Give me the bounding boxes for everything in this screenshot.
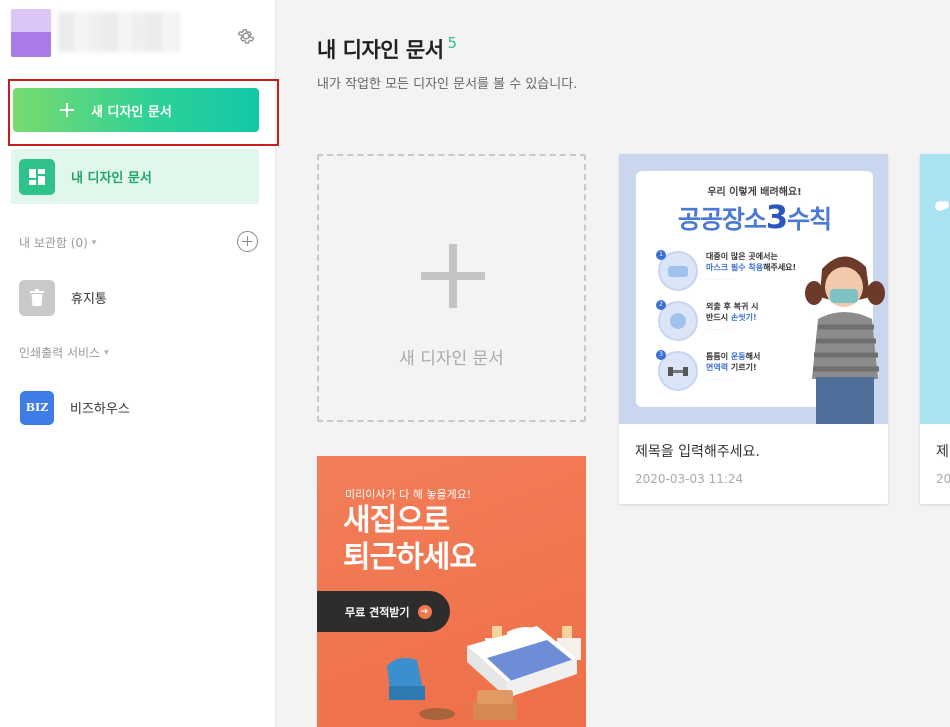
document-thumbnail: 우리 이렇게 배려해요! 공공장소3수칙 1 대중이 많은 곳에서는 마스크 필… (619, 154, 888, 424)
document-thumbnail (920, 154, 950, 424)
hand-wash-icon: 2 (656, 300, 698, 341)
plus-icon (59, 102, 75, 118)
print-service-section-label[interactable]: 인쇄출력 서비스 ▾ (19, 344, 109, 361)
thumbnail-subtitle: 미리이사가 다 해 놓을게요! (345, 488, 472, 501)
chevron-down-icon: ▾ (91, 237, 97, 248)
poster-row-line: 기르기! (728, 363, 757, 372)
page-title-text: 내 디자인 문서 (317, 38, 444, 62)
poster-row-number: 3 (656, 350, 666, 360)
poster-row-number: 2 (656, 300, 666, 310)
avatar[interactable] (11, 9, 51, 57)
plus-icon (421, 244, 485, 308)
poster-row-line: 틈틈이 (706, 352, 731, 361)
document-count: 5 (447, 34, 458, 52)
sidebar-item-bizhouse[interactable]: BIZ 비즈하우스 (11, 380, 259, 435)
sidebar-item-trash[interactable]: 휴지통 (11, 270, 259, 325)
poster-row-highlight: 면역력 (706, 363, 729, 372)
poster-small-text: 우리 이렇게 배려해요! (707, 187, 802, 198)
page-title: 내 디자인 문서 5 (317, 34, 457, 64)
document-card[interactable]: 우리 이렇게 배려해요! 공공장소3수칙 1 대중이 많은 곳에서는 마스크 필… (619, 154, 888, 504)
grid-icon (19, 158, 55, 195)
poster-row: 2 외출 후 복귀 시 반드시 손씻기! · · · · · · · · · (656, 300, 826, 341)
poster-row-highlight: 손씻기! (730, 313, 757, 322)
sidebar-item-label: 내 디자인 문서 (71, 171, 152, 186)
bedroom-illustration (387, 626, 581, 720)
poster-row: 3 틈틈이 운동해서 면역력 기르기! · · · · · · · · · (656, 350, 826, 391)
poster-row-highlight: 운동 (730, 352, 746, 361)
document-date: 20 (936, 472, 950, 486)
storage-section-label[interactable]: 내 보관함 (0) ▾ (19, 234, 96, 251)
poster-row-highlight: 마스크 필수 착용 (706, 263, 764, 272)
document-title: 제 (936, 444, 949, 460)
poster-row: 1 대중이 많은 곳에서는 마스크 필수 착용해주세요! · · · · · ·… (656, 250, 826, 291)
document-card[interactable]: 제 20 (920, 154, 950, 504)
document-card[interactable]: 미리이사가 다 해 놓을게요! 새집으로 퇴근하세요 무료 견적받기 ➜ (317, 456, 586, 727)
new-design-button-label: 새 디자인 문서 (91, 104, 172, 120)
print-label-text: 인쇄출력 서비스 (19, 346, 101, 360)
poster-headline-num: 3 (765, 198, 788, 236)
gear-icon[interactable] (236, 26, 256, 46)
thumbnail-headline-line: 새집으로 (343, 503, 450, 538)
dumbbell-icon: 3 (656, 350, 698, 391)
sidebar-item-label: 비즈하우스 (70, 402, 130, 417)
trash-icon (19, 279, 55, 316)
sidebar: 새 디자인 문서 내 디자인 문서 내 보관함 (0) ▾ 휴지통 인쇄출력 서… (0, 0, 279, 727)
biz-logo-text: BIZ (25, 401, 49, 414)
biz-logo-icon: BIZ (20, 390, 54, 425)
poster-headline-b: 수칙 (787, 205, 832, 234)
document-title: 제목을 입력해주세요. (635, 444, 760, 460)
chevron-down-icon: ▾ (104, 347, 109, 358)
poster-row-number: 1 (656, 250, 666, 260)
poster-headline: 공공장소3수칙 (636, 198, 873, 236)
cloud-icon (935, 201, 949, 211)
thumbnail-headline-line: 퇴근하세요 (343, 540, 477, 575)
mask-icon: 1 (656, 250, 698, 291)
new-design-button[interactable]: 새 디자인 문서 (13, 88, 259, 132)
add-folder-icon[interactable] (237, 231, 258, 252)
sidebar-item-my-designs[interactable]: 내 디자인 문서 (11, 149, 259, 204)
thumbnail-headline: 새집으로 퇴근하세요 (343, 502, 477, 576)
storage-label-text: 내 보관함 (0) (19, 236, 88, 250)
poster-row-line: 해서 (745, 352, 761, 361)
page-subtitle: 내가 작업한 모든 디자인 문서를 볼 수 있습니다. (317, 77, 578, 92)
sidebar-item-label: 휴지통 (71, 292, 107, 307)
document-date: 2020-03-03 11:24 (635, 472, 744, 486)
poster-row-line: 해주세요! (763, 263, 797, 272)
girl-illustration (805, 256, 885, 424)
new-design-card[interactable]: 새 디자인 문서 (317, 154, 586, 422)
poster-row-line: 반드시 (706, 313, 731, 322)
poster-headline-a: 공공장소 (677, 205, 767, 234)
new-design-card-label: 새 디자인 문서 (399, 349, 504, 369)
blurred-username (58, 12, 180, 52)
